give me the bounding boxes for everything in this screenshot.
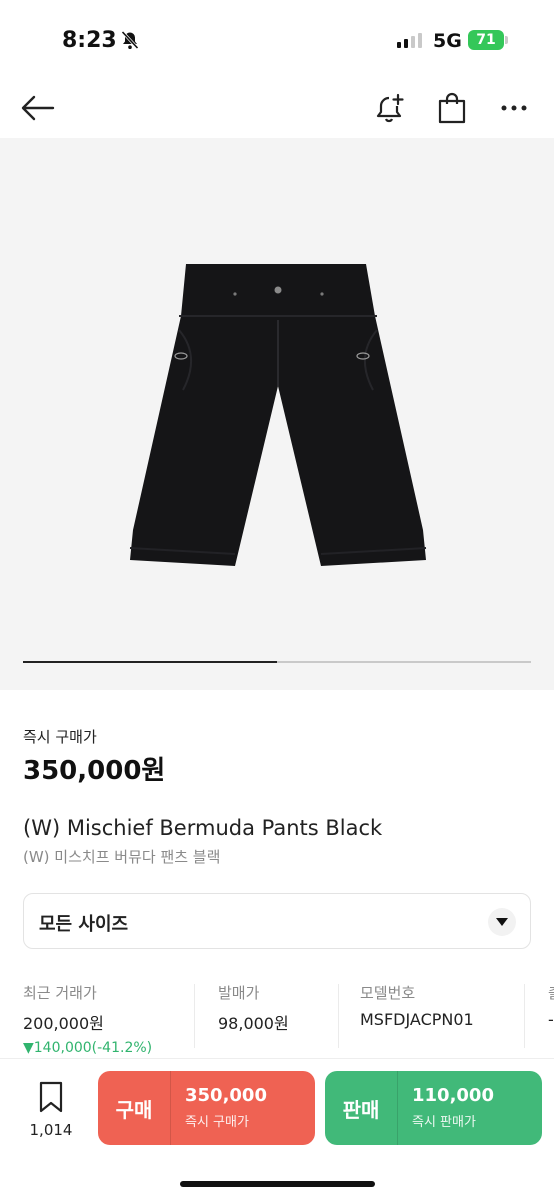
stat-value: 200,000원	[23, 1014, 104, 1033]
stat-label: 발매가	[218, 984, 260, 1002]
wishlist-button[interactable]: 1,014	[24, 1081, 78, 1139]
sell-label: 판매	[342, 1097, 380, 1122]
stat-label: 출	[548, 982, 554, 1003]
sell-subtitle: 즉시 판매가	[412, 1115, 476, 1130]
product-image-gallery[interactable]	[0, 138, 554, 690]
product-subtitle: (W) 미스치프 버뮤다 팬츠 블랙	[23, 848, 221, 866]
divider	[194, 984, 195, 1048]
arrow-left-icon	[21, 95, 55, 121]
home-indicator[interactable]	[180, 1181, 375, 1187]
stat-change: ▼140,000(-41.2%)	[23, 1040, 153, 1056]
more-button[interactable]	[496, 90, 532, 126]
gallery-indicator-fill	[23, 661, 277, 663]
size-select[interactable]: 모든 사이즈	[23, 893, 531, 949]
battery-icon: 71	[468, 30, 504, 50]
product-stats: 최근 거래가 200,000원 ▼140,000(-41.2%) 발매가 98,…	[0, 982, 554, 1056]
divider	[170, 1071, 171, 1145]
stat-release-price: 발매가 98,000원	[218, 982, 289, 1034]
buy-price: 350,000	[185, 1085, 267, 1106]
divider	[397, 1071, 398, 1145]
top-nav	[0, 80, 554, 136]
stat-value: MSFDJACPN01	[360, 1010, 474, 1029]
product-title: (W) Mischief Bermuda Pants Black	[23, 816, 383, 840]
buy-subtitle: 즉시 구매가	[185, 1115, 249, 1130]
stat-model-number: 모델번호 MSFDJACPN01	[360, 982, 474, 1029]
stat-label: 모델번호	[360, 984, 416, 1002]
buy-label: 구매	[115, 1097, 153, 1122]
stat-value: -	[548, 1010, 554, 1029]
bookmark-icon	[39, 1081, 63, 1113]
price-label: 즉시 구매가	[23, 728, 97, 746]
cart-button[interactable]	[434, 90, 470, 126]
bell-plus-icon	[376, 93, 404, 123]
divider	[524, 984, 525, 1048]
stat-release-date: 출 -	[548, 982, 554, 1029]
network-type: 5G	[433, 30, 462, 52]
wishlist-count: 1,014	[29, 1121, 73, 1139]
product-image	[129, 264, 427, 566]
stat-label: 최근 거래가	[23, 984, 97, 1002]
back-button[interactable]	[20, 90, 56, 126]
bell-off-icon	[121, 30, 139, 50]
battery-tip	[505, 36, 508, 44]
stat-recent-price: 최근 거래가 200,000원 ▼140,000(-41.2%)	[23, 982, 152, 1056]
alert-button[interactable]	[372, 90, 408, 126]
gallery-indicator	[23, 661, 531, 663]
size-select-label: 모든 사이즈	[39, 914, 129, 935]
status-bar: 8:23 5G 71	[0, 0, 554, 80]
divider	[338, 984, 339, 1048]
stat-value: 98,000원	[218, 1014, 289, 1033]
more-horizontal-icon	[501, 105, 527, 111]
chevron-down-icon	[488, 908, 516, 936]
cellular-signal-icon	[397, 33, 422, 48]
sell-price: 110,000	[412, 1085, 494, 1106]
price: 350,000원	[23, 756, 166, 786]
status-time: 8:23	[62, 28, 117, 53]
shopping-bag-icon	[438, 92, 466, 124]
bottom-action-bar: 1,014 구매 350,000 즉시 구매가 판매 110,000 즉시 판매…	[0, 1058, 554, 1200]
buy-button[interactable]: 구매 350,000 즉시 구매가	[98, 1071, 315, 1145]
sell-button[interactable]: 판매 110,000 즉시 판매가	[325, 1071, 542, 1145]
